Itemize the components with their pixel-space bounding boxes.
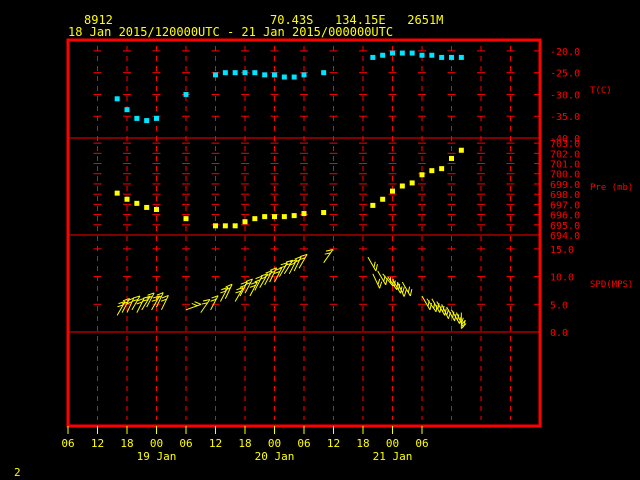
temperature-point xyxy=(134,115,140,121)
temperature-point xyxy=(272,72,277,78)
pressure-point xyxy=(301,211,307,217)
y-tick-label: 698.0 xyxy=(550,190,580,201)
temperature-point xyxy=(242,70,248,76)
temperature-point xyxy=(252,70,258,76)
y-tick-label: -35.0 xyxy=(550,112,580,123)
pressure-point xyxy=(242,219,248,225)
y-tick-label: -25.0 xyxy=(550,69,580,80)
temperature-point xyxy=(222,70,228,76)
temperature-point xyxy=(281,74,287,80)
pressure-point xyxy=(144,204,150,210)
time-tick-label: 06 xyxy=(61,437,74,450)
temperature-point xyxy=(321,70,327,76)
y-tick-label: 700.0 xyxy=(550,170,580,181)
temperature-point xyxy=(458,54,464,60)
time-tick-label: 18 xyxy=(356,437,369,450)
time-tick-label: 12 xyxy=(327,437,340,450)
temperature-point xyxy=(380,52,386,58)
y-tick-label: 0.0 xyxy=(550,328,568,339)
time-tick-label: 18 xyxy=(120,437,133,450)
y-tick-label: 699.0 xyxy=(550,180,580,191)
background xyxy=(0,0,640,480)
pressure-point xyxy=(124,196,130,202)
temperature-point xyxy=(144,118,150,124)
y-axis-title-temperature: T(C) xyxy=(590,86,612,96)
pressure-point xyxy=(380,196,386,202)
meteogram: 8912 70.43S 134.15E 2651M 18 Jan 2015/12… xyxy=(0,0,640,480)
y-tick-label: 15.0 xyxy=(550,245,574,256)
y-axis-title-pressure: Pre (mb) xyxy=(590,183,633,193)
pressure-point xyxy=(291,213,297,219)
pressure-point xyxy=(458,147,464,153)
pressure-point xyxy=(154,206,159,212)
pressure-point xyxy=(252,216,258,222)
pressure-point xyxy=(114,190,120,196)
time-tick-label: 00 xyxy=(268,437,281,450)
temperature-point xyxy=(449,54,454,60)
time-tick-label: 06 xyxy=(415,437,428,450)
temperature-point xyxy=(439,54,445,60)
pressure-point xyxy=(232,223,238,229)
pressure-point xyxy=(222,223,228,229)
time-tick-label: 00 xyxy=(386,437,399,450)
y-tick-label: 694.0 xyxy=(550,231,580,242)
pressure-point xyxy=(439,166,445,172)
page-number: 2 xyxy=(14,466,21,479)
temperature-point xyxy=(262,72,268,78)
temperature-point xyxy=(154,115,159,121)
temperature-point xyxy=(232,70,238,76)
temperature-point xyxy=(124,107,130,113)
pressure-point xyxy=(419,172,425,178)
temperature-point xyxy=(419,52,425,58)
y-axis-title-wind: SPD(MPS) xyxy=(590,280,633,290)
time-tick-label: 06 xyxy=(179,437,192,450)
y-tick-label: 10.0 xyxy=(550,273,574,284)
pressure-point xyxy=(449,155,454,161)
temperature-point xyxy=(291,74,297,80)
y-tick-label: 696.0 xyxy=(550,211,580,222)
y-tick-label: 697.0 xyxy=(550,200,580,211)
pressure-point xyxy=(370,202,376,208)
pressure-point xyxy=(390,188,395,194)
pressure-point xyxy=(272,214,277,220)
date-label: 19 Jan xyxy=(137,450,177,463)
pressure-point xyxy=(213,223,218,229)
temperature-point xyxy=(429,52,435,58)
y-tick-label: 5.0 xyxy=(550,300,568,311)
y-tick-label: 695.0 xyxy=(550,221,580,232)
pressure-point xyxy=(429,168,435,174)
pressure-point xyxy=(321,210,327,216)
pressure-point xyxy=(281,214,287,220)
time-tick-label: 00 xyxy=(150,437,163,450)
temperature-point xyxy=(114,96,120,102)
pressure-point xyxy=(399,183,405,189)
time-range: 18 Jan 2015/120000UTC - 21 Jan 2015/0000… xyxy=(68,25,393,39)
temperature-point xyxy=(409,50,415,56)
temperature-point xyxy=(301,72,307,78)
y-tick-label: 701.0 xyxy=(550,160,580,171)
time-tick-label: 12 xyxy=(91,437,104,450)
temperature-point xyxy=(213,72,218,78)
temperature-point xyxy=(399,50,405,56)
y-tick-label: 702.0 xyxy=(550,149,580,160)
y-tick-label: -30.0 xyxy=(550,90,580,101)
date-label: 21 Jan xyxy=(373,450,413,463)
temperature-point xyxy=(183,91,189,97)
y-tick-label: 703.0 xyxy=(550,139,580,150)
date-label: 20 Jan xyxy=(255,450,295,463)
temperature-point xyxy=(370,54,376,60)
y-tick-label: -20.0 xyxy=(550,47,580,58)
pressure-point xyxy=(183,216,189,222)
time-tick-label: 12 xyxy=(209,437,222,450)
pressure-point xyxy=(262,214,268,220)
time-tick-label: 18 xyxy=(238,437,251,450)
pressure-point xyxy=(134,200,140,206)
pressure-point xyxy=(409,180,415,186)
temperature-point xyxy=(390,50,395,56)
time-tick-label: 06 xyxy=(297,437,310,450)
